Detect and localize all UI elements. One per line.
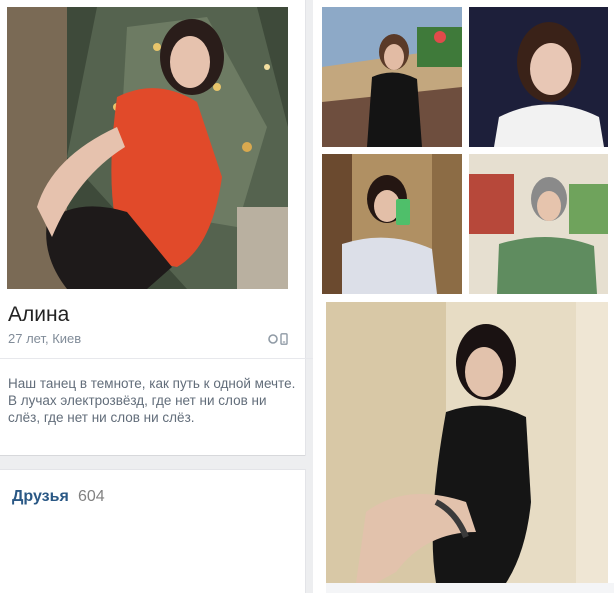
gallery-photo-2[interactable]: [469, 7, 608, 147]
profile-avatar[interactable]: [7, 7, 288, 289]
gallery-photo-5[interactable]: [326, 302, 608, 583]
profile-age-city: 27 лет, Киев: [8, 331, 82, 346]
friends-link[interactable]: Друзья: [12, 488, 69, 506]
gallery-photo-4[interactable]: [469, 154, 608, 294]
profile-name: Алина: [8, 303, 70, 326]
online-mobile-icon: [268, 333, 288, 345]
gallery-bottom-strip: [326, 583, 614, 593]
gallery-photo-3[interactable]: [322, 154, 462, 294]
friends-count: 604: [78, 488, 105, 505]
gallery-photo-1[interactable]: [322, 7, 462, 147]
profile-status: Наш танец в темноте, как путь к одной ме…: [8, 376, 296, 425]
